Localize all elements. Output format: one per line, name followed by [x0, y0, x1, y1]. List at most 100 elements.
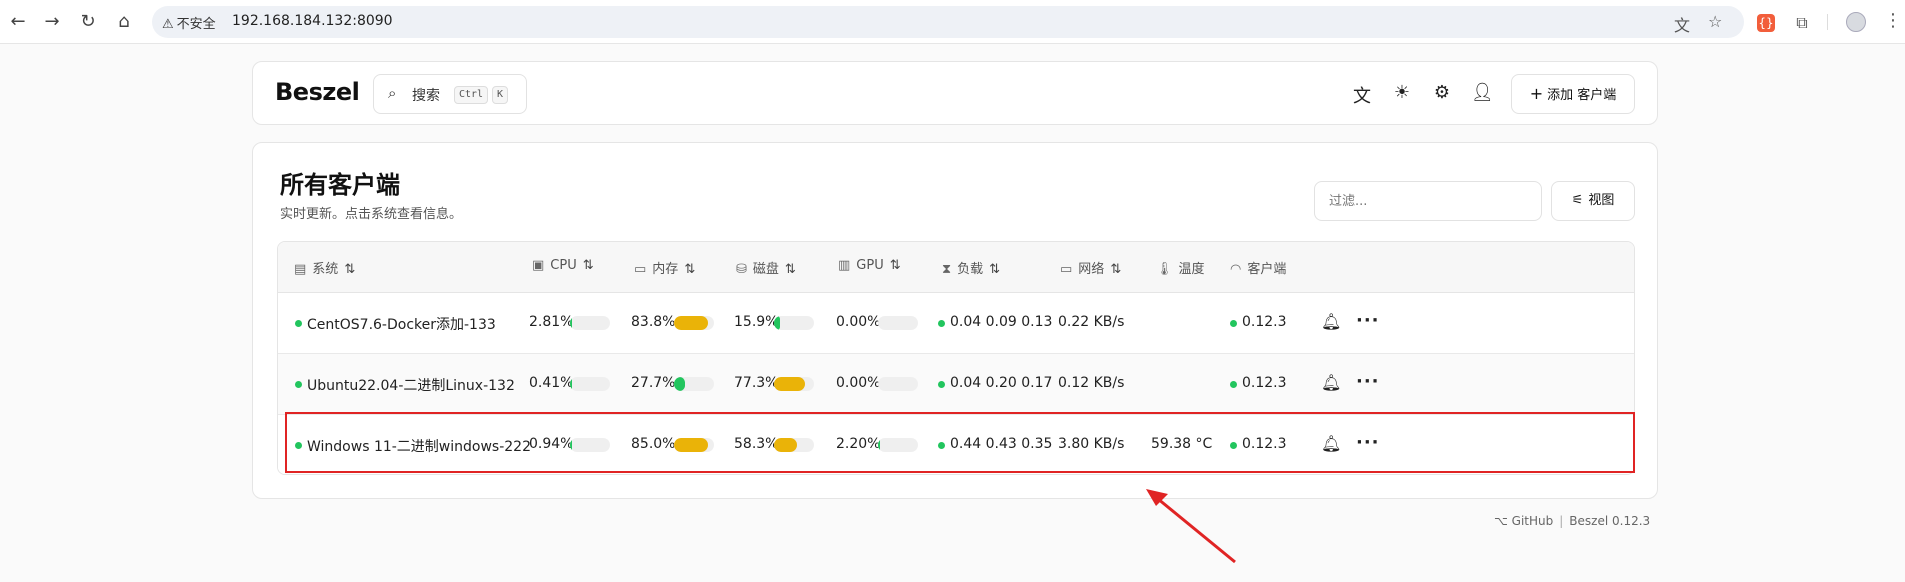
bell-icon[interactable]: 🔔︎	[1321, 312, 1341, 331]
load-value: 0.44 0.43 0.35	[950, 436, 1053, 452]
col-temperature[interactable]: 🌡︎ 温度	[1156, 258, 1205, 277]
more-actions-icon[interactable]: ···	[1356, 310, 1380, 331]
cpu-value: 0.41%	[529, 375, 574, 391]
search-button[interactable]: ⌕ 搜索 Ctrl K	[373, 74, 527, 114]
load-status-dot	[938, 320, 945, 327]
version-link[interactable]: Beszel 0.12.3	[1569, 514, 1650, 528]
network-value: 3.80 KB/s	[1058, 436, 1125, 452]
cpu-value: 2.81%	[529, 314, 574, 330]
col-network[interactable]: ▭ 网络 ⇅	[1060, 258, 1121, 277]
table-row[interactable]: Windows 11-二进制windows-222 0.94% 85.0% 58…	[278, 415, 1634, 474]
disk-bar	[774, 438, 814, 452]
page-subtitle: 实时更新。点击系统查看信息。	[280, 207, 463, 222]
view-button[interactable]: ⚟ 视图	[1551, 181, 1635, 221]
cpu-bar	[570, 377, 610, 391]
system-name[interactable]: Ubuntu22.04-二进制Linux-132	[307, 375, 515, 395]
gpu-value: 0.00%	[836, 375, 881, 391]
agent-version: 0.12.3	[1242, 375, 1287, 391]
add-client-button[interactable]: + 添加 客户端	[1511, 74, 1635, 114]
cpu-bar	[570, 316, 610, 330]
bell-icon[interactable]: 🔔︎	[1321, 434, 1341, 453]
thermometer-icon: 🌡︎	[1156, 262, 1173, 277]
network-icon: ▭	[1060, 262, 1073, 277]
back-icon[interactable]: ←	[6, 10, 30, 34]
system-name[interactable]: CentOS7.6-Docker添加-133	[307, 314, 496, 334]
filter-input[interactable]	[1314, 181, 1542, 221]
browser-menu-icon[interactable]: ⋮	[1884, 10, 1902, 31]
cpu-bar-fill	[570, 438, 572, 452]
footer: ⌥ GitHub | Beszel 0.12.3	[1494, 514, 1650, 528]
status-dot	[295, 381, 302, 388]
hourglass-icon: ⧗	[942, 262, 952, 277]
footer-divider: |	[1559, 514, 1564, 528]
agent-status-dot	[1230, 381, 1237, 388]
cpu-bar-fill	[570, 377, 572, 391]
sliders-icon: ⚟	[1571, 193, 1584, 208]
systems-table: ▤ 系统 ⇅ ▣ CPU ⇅ ▭ 内存 ⇅ ⛁ 磁盘 ⇅ ▥ GPU ⇅ ⧗ 负载 ⇅ ▭ 网络 ⇅ 🌡︎ 温…	[277, 241, 1635, 475]
network-value: 0.22 KB/s	[1058, 314, 1125, 330]
more-actions-icon[interactable]: ···	[1356, 371, 1380, 392]
load-value: 0.04 0.09 0.13	[950, 314, 1053, 330]
memory-value: 85.0%	[631, 436, 676, 452]
sort-icon: ⇅	[582, 258, 594, 273]
language-icon[interactable]: 文	[1351, 82, 1373, 108]
translate-icon[interactable]: 文	[1674, 12, 1690, 36]
gpu-icon: ▥	[838, 258, 851, 273]
profile-avatar[interactable]	[1846, 12, 1866, 32]
sort-icon: ⇅	[989, 262, 1001, 277]
extensions-puzzle-icon[interactable]: ⧉	[1793, 14, 1811, 32]
url-text[interactable]: 192.168.184.132:8090	[232, 13, 393, 29]
home-icon[interactable]: ⌂	[112, 10, 136, 34]
warning-icon: ⚠	[162, 17, 174, 32]
gpu-bar	[878, 316, 918, 330]
theme-sun-icon[interactable]: ☀	[1391, 82, 1413, 103]
systems-card: 所有客户端 实时更新。点击系统查看信息。 ⚟视图 ▤系统⇅ ▣CPU⇅ ▭内存⇅…	[252, 142, 1658, 499]
col-system[interactable]: ▤ 系统 ⇅	[294, 258, 355, 277]
address-bar[interactable]: ⚠ 不安全 192.168.184.132:8090 文 ☆	[152, 6, 1744, 38]
col-memory[interactable]: ▭ 内存 ⇅	[634, 258, 695, 277]
reload-icon[interactable]: ↻	[76, 10, 100, 34]
forward-icon[interactable]: →	[40, 10, 64, 34]
table-row[interactable]: CentOS7.6-Docker添加-133 2.81% 83.8% 15.9%…	[278, 293, 1634, 354]
col-agent[interactable]: ◠ 客户端	[1230, 258, 1286, 277]
github-icon: ⌥	[1494, 514, 1508, 528]
memory-bar	[674, 377, 714, 391]
col-cpu[interactable]: ▣ CPU ⇅	[532, 258, 594, 273]
sort-icon: ⇅	[784, 262, 796, 277]
extension-icon[interactable]: {}	[1757, 14, 1775, 32]
network-value: 0.12 KB/s	[1058, 375, 1125, 391]
more-actions-icon[interactable]: ···	[1356, 432, 1380, 453]
disk-icon: ⛁	[736, 262, 747, 277]
table-row[interactable]: Ubuntu22.04-二进制Linux-132 0.41% 27.7% 77.…	[278, 354, 1634, 415]
gpu-value: 0.00%	[836, 314, 881, 330]
table-header: ▤ 系统 ⇅ ▣ CPU ⇅ ▭ 内存 ⇅ ⛁ 磁盘 ⇅ ▥ GPU ⇅ ⧗ 负载 ⇅ ▭ 网络 ⇅ 🌡︎ 温…	[278, 242, 1634, 293]
system-name[interactable]: Windows 11-二进制windows-222	[307, 436, 531, 456]
load-status-dot	[938, 381, 945, 388]
insecure-badge[interactable]: ⚠ 不安全	[162, 13, 216, 32]
cpu-bar-fill	[570, 316, 572, 330]
cpu-icon: ▣	[532, 258, 545, 273]
bell-icon[interactable]: 🔔︎	[1321, 373, 1341, 392]
agent-status-dot	[1230, 442, 1237, 449]
col-gpu[interactable]: ▥ GPU ⇅	[838, 258, 901, 273]
agent-version: 0.12.3	[1242, 314, 1287, 330]
disk-value: 77.3%	[734, 375, 779, 391]
search-label: 搜索	[412, 88, 440, 104]
app-logo[interactable]: Beszel	[275, 78, 360, 106]
github-link[interactable]: GitHub	[1512, 514, 1554, 528]
bookmark-star-icon[interactable]: ☆	[1708, 12, 1722, 31]
user-icon[interactable]: 👤︎	[1471, 82, 1494, 103]
col-load[interactable]: ⧗ 负载 ⇅	[942, 258, 1000, 277]
memory-value: 83.8%	[631, 314, 676, 330]
gpu-value: 2.20%	[836, 436, 881, 452]
sort-icon: ⇅	[1110, 262, 1122, 277]
disk-bar	[774, 377, 814, 391]
memory-value: 27.7%	[631, 375, 676, 391]
memory-bar-fill	[674, 438, 708, 452]
col-disk[interactable]: ⛁ 磁盘 ⇅	[736, 258, 796, 277]
plus-icon: +	[1529, 84, 1544, 103]
agent-status-dot	[1230, 320, 1237, 327]
settings-gear-icon[interactable]: ⚙	[1431, 82, 1453, 103]
load-value: 0.04 0.20 0.17	[950, 375, 1053, 391]
status-dot	[295, 320, 302, 327]
